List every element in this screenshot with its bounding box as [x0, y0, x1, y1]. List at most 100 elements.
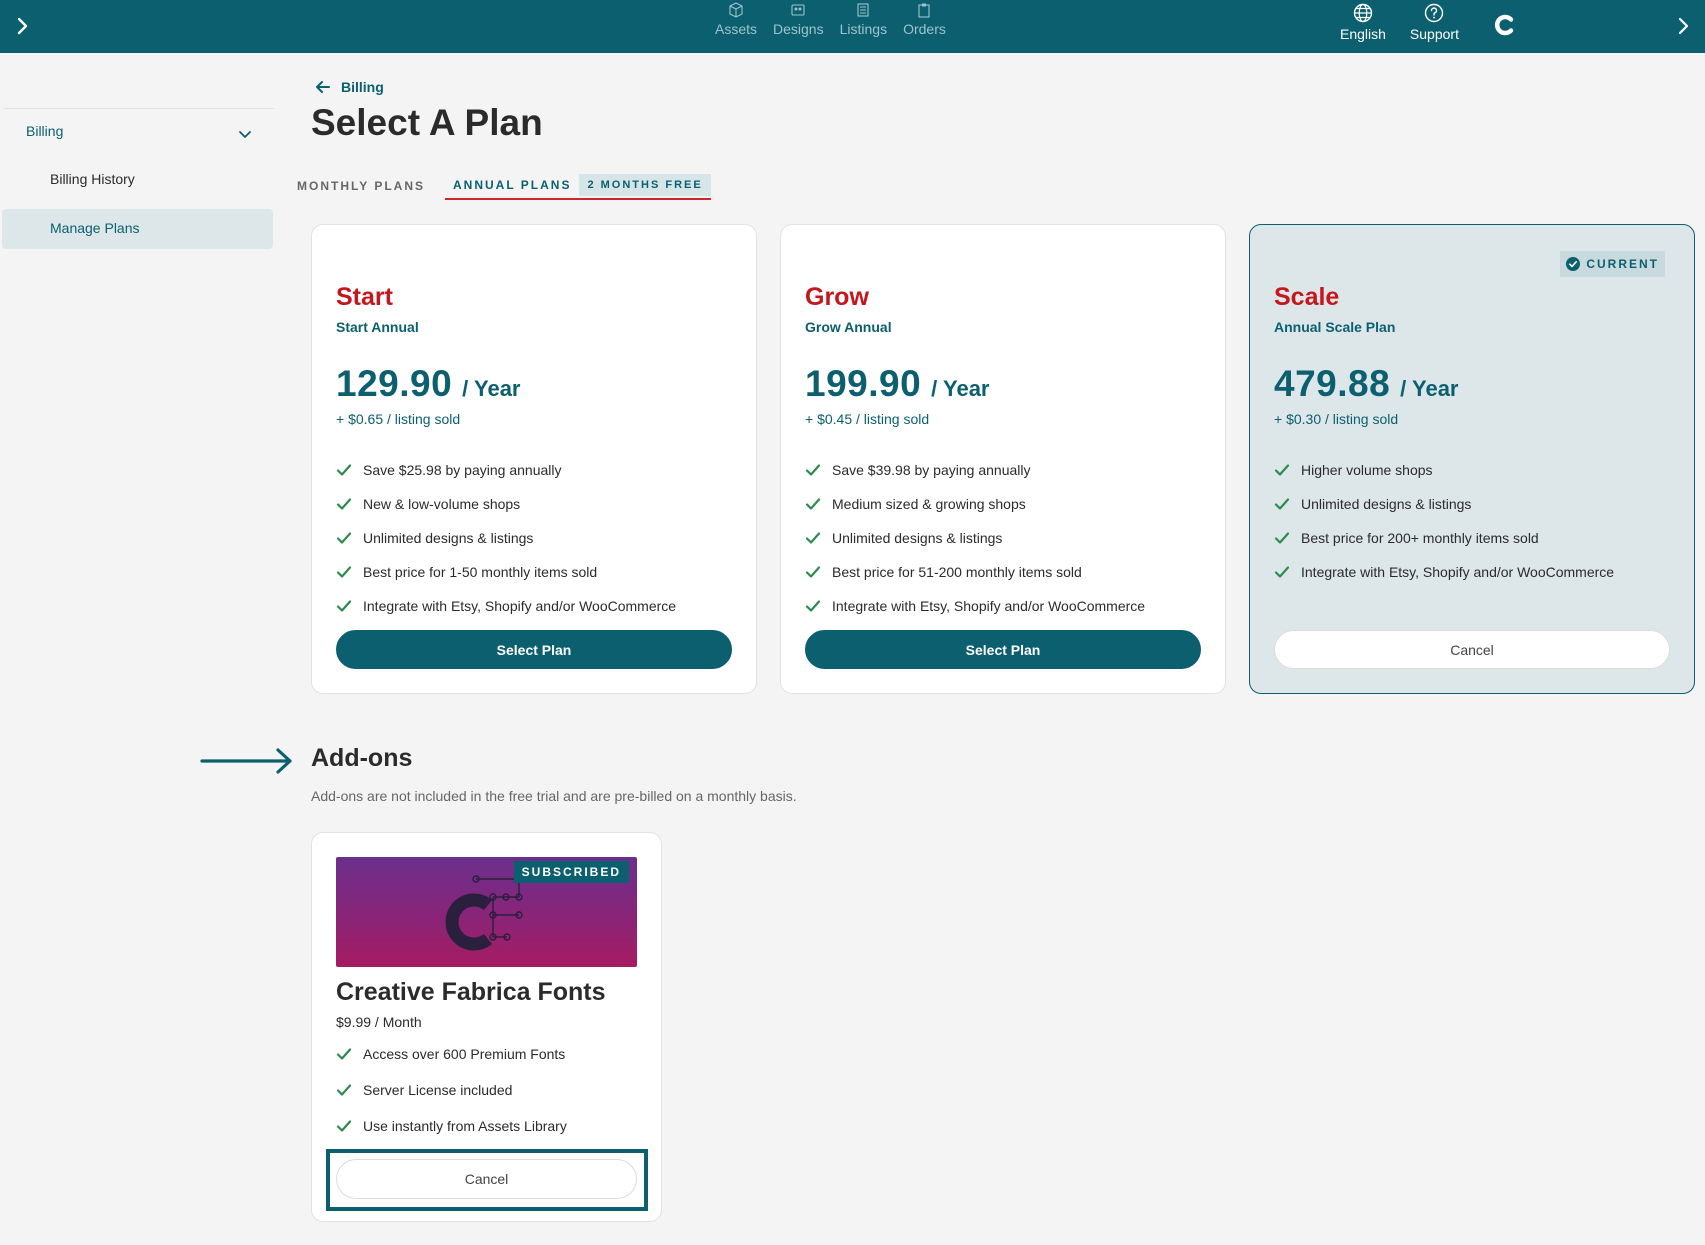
designs-icon [791, 4, 805, 16]
back-to-billing-link[interactable]: Billing [313, 77, 384, 97]
check-icon [805, 566, 821, 578]
addon-feature-list: Access over 600 Premium Fonts Server Lic… [336, 1036, 567, 1144]
help-circle-icon [1425, 3, 1444, 23]
select-plan-start-button[interactable]: Select Plan [336, 630, 732, 669]
nav-listings[interactable]: Listings [840, 0, 887, 53]
sidebar-item-manage-plans[interactable]: Manage Plans [2, 209, 273, 249]
feature-list: Higher volume shops Unlimited designs & … [1274, 453, 1614, 589]
cancel-plan-button[interactable]: Cancel [1274, 630, 1670, 669]
feature-item: Save $39.98 by paying annually [805, 453, 1145, 487]
feature-item: Integrate with Etsy, Shopify and/or WooC… [805, 589, 1145, 623]
feature-item: Unlimited designs & listings [336, 521, 676, 555]
plan-card-scale: CURRENT Scale Annual Scale Plan 479.88 /… [1249, 224, 1695, 694]
check-icon [336, 600, 352, 612]
plan-subtitle: Annual Scale Plan [1274, 319, 1396, 335]
check-icon [336, 464, 352, 476]
feature-item: Integrate with Etsy, Shopify and/or WooC… [336, 589, 676, 623]
select-plan-grow-button[interactable]: Select Plan [805, 630, 1201, 669]
nav-orders[interactable]: Orders [903, 0, 946, 53]
feature-text: Save $39.98 by paying annually [832, 462, 1031, 478]
top-navigation-bar: Assets Designs Listings Orders English S… [0, 0, 1705, 53]
feature-list: Save $39.98 by paying annually Medium si… [805, 453, 1145, 623]
price-period: / Year [931, 376, 990, 401]
feature-item: Best price for 51-200 monthly items sold [805, 555, 1145, 589]
feature-text: Access over 600 Premium Fonts [363, 1046, 566, 1062]
price-period: / Year [1400, 376, 1459, 401]
addon-name: Creative Fabrica Fonts [336, 978, 606, 1006]
feature-item: Use instantly from Assets Library [336, 1108, 567, 1144]
check-icon [336, 498, 352, 510]
feature-text: Higher volume shops [1301, 462, 1433, 478]
listing-fee: + $0.30 / listing sold [1274, 411, 1399, 427]
feature-text: Integrate with Etsy, Shopify and/or WooC… [832, 598, 1146, 614]
arrow-left-icon [316, 81, 330, 93]
expand-sidebar-chevron-icon[interactable] [10, 14, 34, 38]
feature-item: Unlimited designs & listings [805, 521, 1145, 555]
price-amount: 199.90 [805, 363, 922, 404]
feature-text: Use instantly from Assets Library [363, 1118, 567, 1134]
globe-icon [1353, 3, 1373, 23]
months-free-badge: 2 MONTHS FREE [579, 174, 711, 196]
price-amount: 129.90 [336, 363, 453, 404]
nav-designs[interactable]: Designs [773, 0, 824, 53]
plan-subtitle: Start Annual [336, 319, 419, 335]
check-icon [805, 600, 821, 612]
feature-item: Unlimited designs & listings [1274, 487, 1614, 521]
nav-assets[interactable]: Assets [715, 0, 757, 53]
check-icon [1274, 464, 1290, 476]
language-selector[interactable]: English [1340, 0, 1386, 42]
check-icon [336, 1048, 352, 1060]
check-icon [336, 1120, 352, 1132]
plan-price: 479.88 / Year [1274, 363, 1459, 405]
addons-description: Add-ons are not included in the free tri… [311, 788, 797, 804]
support-label: Support [1409, 26, 1459, 42]
feature-text: Server License included [363, 1082, 513, 1098]
feature-text: Best price for 1-50 monthly items sold [363, 564, 598, 580]
price-amount: 479.88 [1274, 363, 1391, 404]
main-nav: Assets Designs Listings Orders [715, 0, 946, 53]
utility-nav: English Support [1340, 0, 1459, 53]
clipboard-icon [918, 3, 931, 18]
nav-listings-label: Listings [839, 21, 888, 37]
tab-annual-plans[interactable]: ANNUAL PLANS 2 MONTHS FREE [445, 172, 711, 200]
sidebar-item-billing-history[interactable]: Billing History [50, 171, 135, 187]
check-icon [1274, 566, 1290, 578]
sidebar-item-label: Manage Plans [50, 220, 140, 236]
check-circle-icon [1566, 257, 1581, 271]
expand-panel-chevron-icon[interactable] [1671, 14, 1695, 38]
feature-item: Medium sized & growing shops [805, 487, 1145, 521]
feature-item: Integrate with Etsy, Shopify and/or WooC… [1274, 555, 1614, 589]
price-period: / Year [462, 376, 521, 401]
plan-name: Scale [1274, 283, 1340, 311]
feature-text: Integrate with Etsy, Shopify and/or WooC… [363, 598, 677, 614]
feature-text: Save $25.98 by paying annually [363, 462, 562, 478]
sidebar-section-billing[interactable]: Billing [26, 123, 63, 139]
support-link[interactable]: Support [1410, 0, 1459, 42]
feature-item: Best price for 200+ monthly items sold [1274, 521, 1614, 555]
feature-text: Unlimited designs & listings [832, 530, 1003, 546]
tab-monthly-plans[interactable]: MONTHLY PLANS [297, 179, 425, 193]
listing-fee: + $0.45 / listing sold [805, 411, 930, 427]
plan-subtitle: Grow Annual [805, 319, 892, 335]
nav-orders-label: Orders [903, 21, 946, 37]
check-icon [336, 566, 352, 578]
check-icon [1274, 498, 1290, 510]
feature-text: Medium sized & growing shops [832, 496, 1026, 512]
listing-fee: + $0.65 / listing sold [336, 411, 461, 427]
feature-item: Best price for 1-50 monthly items sold [336, 555, 676, 589]
chevron-down-icon[interactable] [236, 125, 254, 143]
feature-item: Higher volume shops [1274, 453, 1614, 487]
feature-item: Save $25.98 by paying annually [336, 453, 676, 487]
check-icon [336, 532, 352, 544]
arrow-right-icon [200, 748, 292, 774]
plan-period-tabs: MONTHLY PLANS ANNUAL PLANS 2 MONTHS FREE [297, 172, 711, 200]
feature-item: New & low-volume shops [336, 487, 676, 521]
addons-heading: Add-ons [311, 744, 413, 772]
listings-icon [857, 3, 869, 17]
cancel-addon-button[interactable]: Cancel [336, 1159, 637, 1199]
addon-price: $9.99 / Month [336, 1014, 422, 1030]
feature-item: Server License included [336, 1072, 567, 1108]
page-title: Select A Plan [311, 102, 543, 143]
account-logo-icon[interactable] [1490, 10, 1520, 40]
check-icon [805, 464, 821, 476]
